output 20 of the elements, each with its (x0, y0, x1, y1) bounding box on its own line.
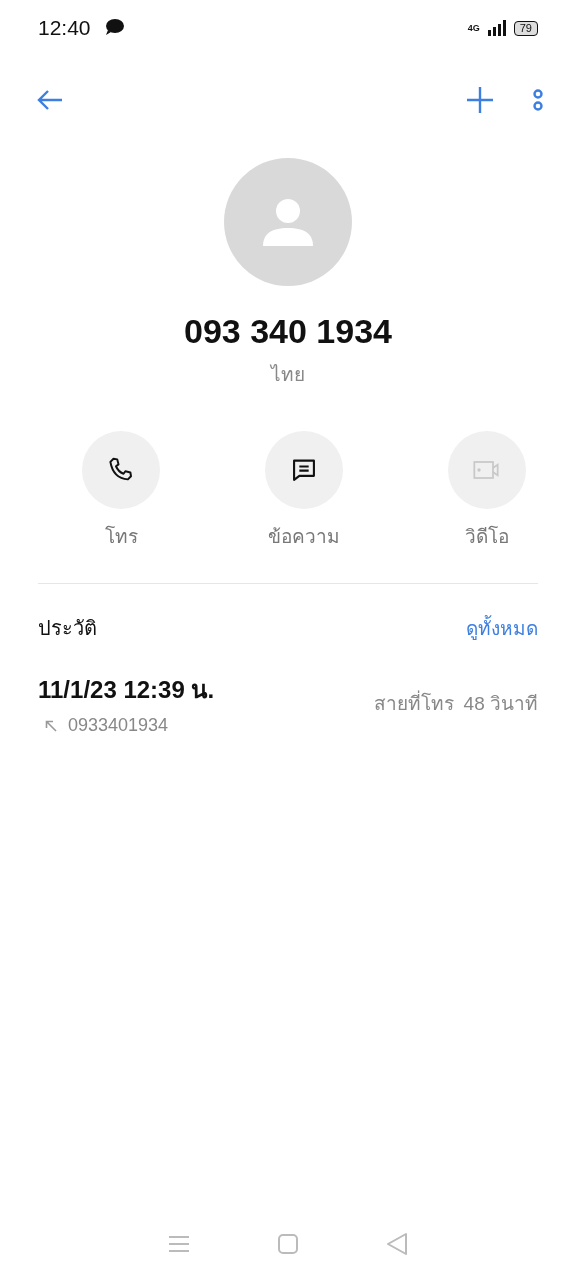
signal-icon (487, 20, 506, 36)
back-arrow-icon (36, 88, 64, 112)
call-datetime: 11/1/23 12:39 น. (38, 675, 215, 705)
call-number: 0933401934 (68, 715, 169, 736)
action-label: โทร (104, 524, 138, 549)
contact-country: ไทย (271, 363, 305, 387)
action-label: ข้อความ (268, 525, 340, 549)
more-icon (532, 87, 544, 113)
action-label: วิดีโอ (465, 524, 509, 549)
call-type: สายที่โทร (373, 688, 454, 718)
outgoing-call-icon (44, 718, 58, 733)
network-type: 4G (467, 23, 480, 33)
battery-level: 79 (513, 20, 538, 36)
see-all-link[interactable]: ดูทั้งหมด (466, 613, 538, 643)
plus-icon (466, 86, 494, 114)
status-time: 12:40 (38, 16, 91, 40)
contact-number: 093 340 1934 (184, 312, 392, 351)
history-title: ประวัติ (38, 616, 97, 641)
person-icon (262, 196, 314, 248)
call-duration: 48 วินาที (463, 692, 538, 716)
